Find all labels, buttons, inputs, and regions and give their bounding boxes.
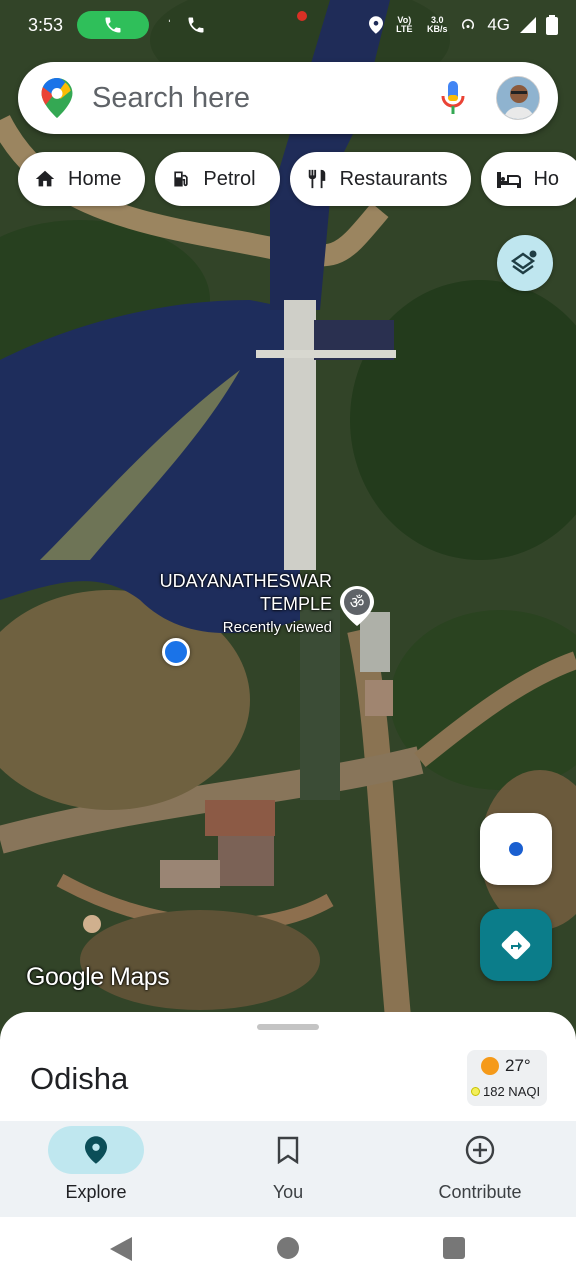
add-circle-icon xyxy=(465,1135,495,1165)
hotel-icon xyxy=(497,172,522,188)
you-notification-badge xyxy=(297,11,307,21)
signal-icon xyxy=(520,17,536,33)
weather-temperature: 27° xyxy=(505,1056,531,1075)
weather-chip[interactable]: 27° 182 NAQI xyxy=(467,1050,547,1106)
nav-contribute-pill xyxy=(432,1126,528,1174)
air-quality-row: 182 NAQI xyxy=(471,1084,540,1099)
chip-petrol[interactable]: Petrol xyxy=(155,152,280,206)
my-location-button[interactable] xyxy=(480,813,552,885)
chip-restaurants[interactable]: Restaurants xyxy=(289,152,472,206)
home-button-icon[interactable] xyxy=(277,1237,299,1259)
google-maps-watermark: Google Maps xyxy=(26,963,170,991)
layers-button[interactable] xyxy=(497,235,553,291)
home-icon xyxy=(35,170,55,187)
search-input[interactable]: Search here xyxy=(92,82,438,115)
bottom-navigation: Explore You Contribute xyxy=(0,1121,576,1217)
hotspot-icon xyxy=(462,19,475,30)
nav-you[interactable]: You xyxy=(192,1121,384,1217)
chip-petrol-label: Petrol xyxy=(203,167,256,190)
nav-explore[interactable]: Explore xyxy=(0,1121,192,1217)
sheet-drag-handle[interactable] xyxy=(257,1024,319,1030)
network-speed: 3.0 KB/s xyxy=(427,15,448,34)
status-time: 3:53 xyxy=(28,14,64,35)
phone-icon xyxy=(105,17,121,33)
directions-icon xyxy=(501,930,531,960)
call-icon xyxy=(188,17,204,33)
my-location-icon xyxy=(509,842,523,856)
nav-explore-label: Explore xyxy=(65,1182,127,1202)
nav-you-label: You xyxy=(272,1182,304,1202)
temple-pin-icon[interactable]: ॐ xyxy=(340,586,374,626)
aqi-indicator-icon xyxy=(471,1087,480,1096)
recents-icon[interactable] xyxy=(443,1237,465,1259)
region-title: Odisha xyxy=(30,1061,129,1096)
chip-home-label: Home xyxy=(68,167,122,190)
back-icon[interactable] xyxy=(110,1237,132,1261)
sun-icon xyxy=(481,1057,499,1075)
place-name-line2: TEMPLE xyxy=(259,594,332,614)
status-bar: 3:53 ˈ Vo) LTE 3.0 KB/s 4G xyxy=(0,0,576,50)
notification-dot-icon: ˈ xyxy=(167,17,172,33)
location-status-icon xyxy=(369,16,384,34)
place-label[interactable]: UDAYANATHESWAR TEMPLE xyxy=(132,570,332,616)
current-location-dot xyxy=(162,638,190,666)
search-bar[interactable]: Search here xyxy=(18,62,558,134)
profile-avatar[interactable] xyxy=(496,76,540,120)
chip-home[interactable]: Home xyxy=(18,152,146,206)
mic-icon[interactable] xyxy=(438,80,468,116)
nav-you-pill xyxy=(240,1126,336,1174)
fuel-icon xyxy=(174,171,189,187)
volte-label: Vo) LTE xyxy=(396,15,413,34)
nav-contribute[interactable]: Contribute xyxy=(384,1121,576,1217)
explore-bottom-sheet[interactable]: Odisha 27° 182 NAQI xyxy=(0,1012,576,1122)
restaurant-icon xyxy=(308,169,325,189)
nav-explore-pill xyxy=(48,1126,144,1174)
bookmark-icon xyxy=(277,1136,299,1164)
system-navigation-bar xyxy=(0,1217,576,1280)
google-maps-logo-icon xyxy=(41,78,73,118)
explore-pin-icon xyxy=(85,1136,107,1164)
category-chips: Home Petrol Restaurants Ho xyxy=(18,152,576,206)
directions-button[interactable] xyxy=(480,909,552,981)
air-quality-value: 182 NAQI xyxy=(483,1084,541,1099)
chip-hotels-label: Ho xyxy=(533,167,560,190)
place-name-line1: UDAYANATHESWAR xyxy=(159,571,332,591)
place-recently-viewed: Recently viewed xyxy=(222,619,332,636)
layers-icon xyxy=(510,250,537,275)
weather-temperature-row: 27° xyxy=(481,1056,531,1076)
network-type: 4G xyxy=(487,15,510,34)
battery-icon xyxy=(546,15,558,35)
chip-restaurants-label: Restaurants xyxy=(339,167,448,190)
nav-contribute-label: Contribute xyxy=(438,1182,522,1202)
svg-text:ॐ: ॐ xyxy=(350,593,365,612)
chip-hotels[interactable]: Ho xyxy=(481,152,576,206)
ongoing-call-indicator[interactable] xyxy=(77,11,150,39)
